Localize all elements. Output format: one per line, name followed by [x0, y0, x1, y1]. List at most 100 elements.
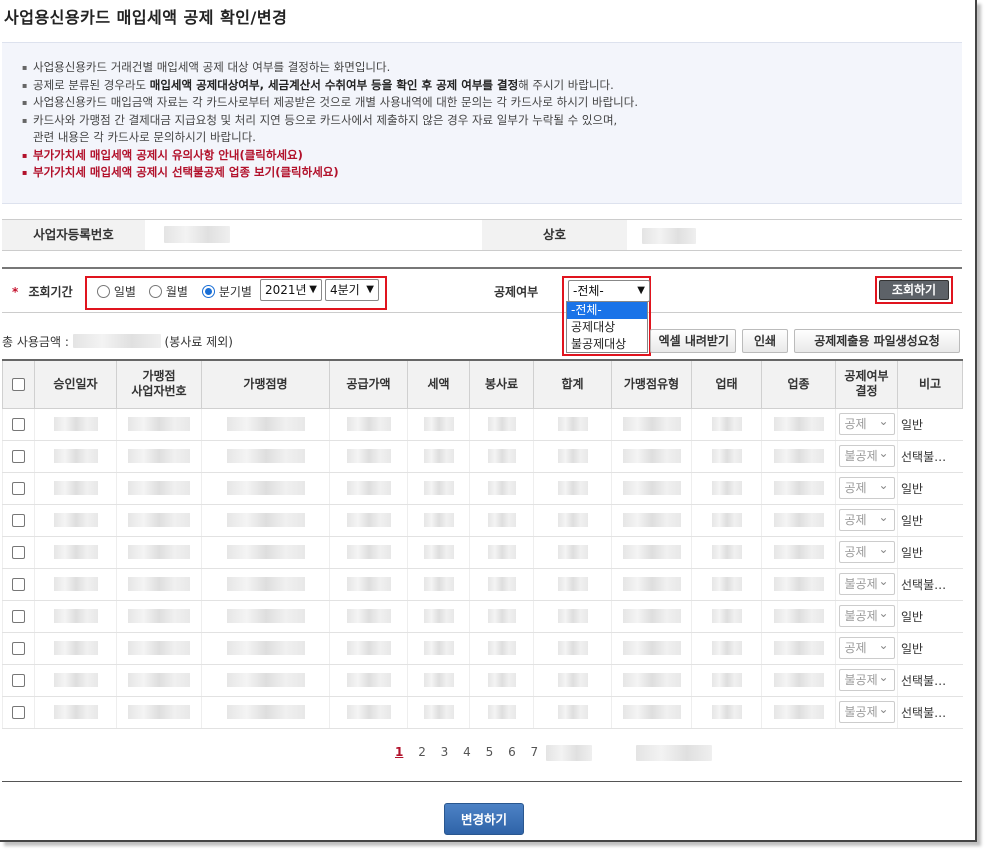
row-checkbox[interactable] [12, 514, 25, 527]
masked-cell [611, 600, 692, 633]
notice-bold-text: 매입세액 공제대상여부, 세금계산서 수취여부 등을 확인 후 공제 여부를 결… [149, 77, 519, 92]
note-cell: 일반 [897, 472, 963, 505]
row-select-cell [2, 600, 35, 633]
masked-cell [611, 696, 692, 729]
change-button[interactable]: 변경하기 [444, 803, 524, 835]
masked-cell [201, 696, 330, 729]
app-frame: 사업용신용카드 매입세액 공제 확인/변경 사업용신용카드 거래건별 매입세액 … [0, 0, 977, 842]
deduction-decision-select[interactable]: 공제 [838, 411, 895, 435]
masked-cell [469, 440, 534, 473]
masked-cell [469, 472, 534, 505]
masked-cell [201, 504, 330, 537]
row-checkbox[interactable] [12, 546, 25, 559]
deduction-select[interactable]: -전체- ▼ [568, 280, 650, 302]
masked-cell [533, 504, 612, 537]
table-row: 공제일반 [2, 472, 963, 505]
header-supply-amount: 공급가액 [329, 359, 408, 409]
masked-cell [407, 408, 470, 441]
caution-link[interactable]: 부가가치세 매입세액 공제시 유의사항 안내(클릭하세요) [22, 147, 962, 165]
deduction-decision-select[interactable]: 불공제 [838, 571, 895, 595]
table-row: 공제일반 [2, 408, 963, 441]
radio-icon [149, 285, 162, 298]
page-link[interactable]: 3 [441, 745, 449, 759]
note-cell: 선택불… [897, 664, 963, 697]
year-select[interactable]: 2021년 ▼ [260, 279, 322, 301]
notice-line: 공제로 분류된 경우라도 매입세액 공제대상여부, 세금계산서 수취여부 등을 … [22, 77, 962, 95]
masked-cell [611, 440, 692, 473]
print-button[interactable]: 인쇄 [742, 329, 788, 353]
row-checkbox[interactable] [12, 578, 25, 591]
row-checkbox[interactable] [12, 482, 25, 495]
file-request-button[interactable]: 공제제출용 파일생성요청 [794, 329, 960, 353]
masked-cell [533, 440, 612, 473]
deduction-decision-cell: 공제 [835, 504, 898, 537]
masked-cell [34, 472, 117, 505]
masked-cell [329, 696, 408, 729]
deduction-decision-select[interactable]: 공제 [838, 475, 895, 499]
page-link[interactable]: 5 [486, 745, 494, 759]
masked-cell [469, 664, 534, 697]
deduction-decision-cell: 불공제 [835, 600, 898, 633]
masked-cell [761, 600, 836, 633]
dropdown-option[interactable]: 불공제대상 [567, 336, 647, 353]
page-link[interactable]: 2 [418, 745, 426, 759]
masked-cell [469, 568, 534, 601]
deduction-decision-cell: 공제 [835, 408, 898, 441]
masked-cell [407, 504, 470, 537]
row-checkbox[interactable] [12, 674, 25, 687]
table-row: 불공제선택불… [2, 440, 963, 473]
header-industry: 업종 [761, 359, 836, 409]
masked-cell [407, 664, 470, 697]
radio-monthly[interactable]: 월별 [149, 283, 188, 300]
page-link[interactable]: 4 [463, 745, 471, 759]
deduction-decision-select[interactable]: 공제 [838, 539, 895, 563]
deduction-label: 공제여부 [494, 285, 539, 299]
masked-cell [329, 504, 408, 537]
masked-cell [469, 504, 534, 537]
table-row: 공제일반 [2, 504, 963, 537]
row-checkbox[interactable] [12, 610, 25, 623]
page-link[interactable]: 6 [508, 745, 516, 759]
masked-cell [116, 504, 202, 537]
row-select-cell [2, 568, 35, 601]
dropdown-option[interactable]: 공제대상 [567, 319, 647, 336]
row-checkbox[interactable] [12, 450, 25, 463]
deduction-decision-select[interactable]: 공제 [838, 635, 895, 659]
company-name-label: 상호 [482, 220, 627, 250]
row-select-cell [2, 696, 35, 729]
excluded-industry-link[interactable]: 부가가치세 매입세액 공제시 선택불공제 업종 보기(클릭하세요) [22, 164, 962, 182]
radio-daily[interactable]: 일별 [97, 283, 136, 300]
deduction-decision-select[interactable]: 불공제 [838, 443, 895, 467]
dropdown-option[interactable]: -전체- [567, 302, 647, 319]
masked-cell [116, 568, 202, 601]
note-cell: 선택불… [897, 440, 963, 473]
masked-cell [116, 440, 202, 473]
business-info-row: 사업자등록번호 상호 [2, 219, 962, 251]
deduction-decision-select[interactable]: 공제 [838, 507, 895, 531]
page-link[interactable]: 7 [531, 745, 539, 759]
header-approval-date: 승인일자 [34, 359, 117, 409]
masked-cell [469, 632, 534, 665]
deduction-decision-select[interactable]: 불공제 [838, 667, 895, 691]
masked-cell [407, 536, 470, 569]
select-all-checkbox[interactable] [12, 377, 25, 391]
row-checkbox[interactable] [12, 642, 25, 655]
table-header-row: 승인일자 가맹점 사업자번호 가맹점명 공급가액 세액 봉사료 합계 가맹점유형 … [2, 359, 963, 409]
deduction-decision-select[interactable]: 불공제 [838, 699, 895, 723]
deduction-decision-cell: 공제 [835, 632, 898, 665]
quarter-select[interactable]: 4분기 ▼ [325, 279, 379, 301]
search-button[interactable]: 조회하기 [879, 280, 949, 300]
masked-cell [761, 632, 836, 665]
masked-cell [691, 408, 762, 441]
radio-quarterly[interactable]: 분기별 [202, 283, 252, 300]
masked-cell [329, 568, 408, 601]
page-link-current[interactable]: 1 [395, 745, 403, 759]
masked-cell [407, 440, 470, 473]
excel-download-button[interactable]: 엑셀 내려받기 [650, 329, 736, 353]
row-select-cell [2, 408, 35, 441]
masked-cell [533, 568, 612, 601]
deduction-decision-select[interactable]: 불공제 [838, 603, 895, 627]
notice-box: 사업용신용카드 거래건별 매입세액 공제 대상 여부를 결정하는 화면입니다. … [2, 42, 962, 204]
row-checkbox[interactable] [12, 418, 25, 431]
row-checkbox[interactable] [12, 706, 25, 719]
